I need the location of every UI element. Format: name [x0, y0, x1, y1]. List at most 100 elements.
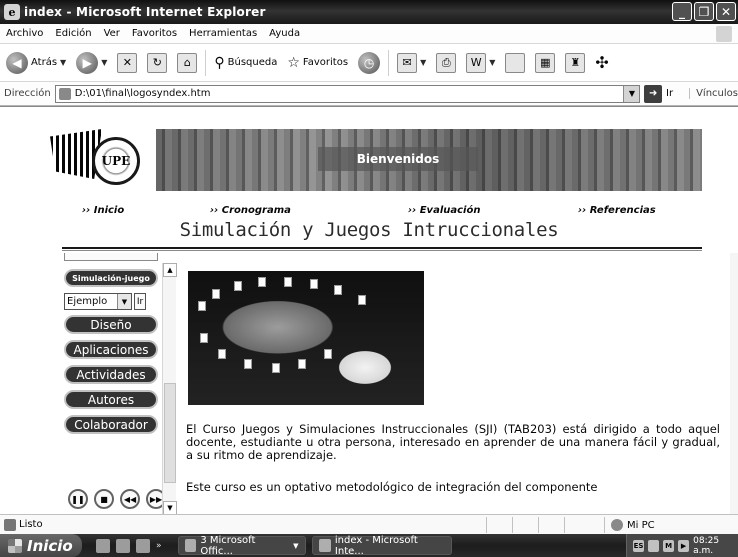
colaborador-button[interactable]: Colaborador — [64, 415, 158, 434]
hidden-button-stub[interactable] — [64, 253, 158, 261]
search-button[interactable]: ⚲ Búsqueda — [212, 48, 279, 78]
back-dropdown-icon[interactable]: ▼ — [60, 58, 66, 67]
research-button[interactable]: ▦ — [533, 48, 557, 78]
page-viewport: UPE Bienvenidos ›› Inicio ›› Cronograma … — [0, 106, 738, 514]
minimize-button[interactable]: _ — [672, 2, 692, 21]
refresh-button[interactable]: ↻ — [145, 48, 169, 78]
content-frame: El Curso Juegos y Simulaciones Instrucci… — [180, 253, 728, 514]
clock: 08:25 a.m. — [693, 535, 720, 556]
window-title: index - Microsoft Internet Explorer — [24, 5, 266, 19]
ie-quicklaunch-icon[interactable] — [116, 538, 130, 553]
mail-icon: ✉ — [397, 52, 418, 73]
go-arrow-icon[interactable]: ➜ — [644, 84, 663, 103]
task-office[interactable]: 3 Microsoft Offic... ▼ — [177, 535, 306, 557]
desktop-icon[interactable] — [96, 538, 110, 553]
status-cell — [512, 517, 538, 533]
aplicaciones-button[interactable]: Aplicaciones — [64, 340, 158, 359]
stop-media-icon[interactable]: ■ — [94, 489, 114, 509]
forward-button[interactable]: ▶ ▼ — [74, 48, 109, 78]
page-title: Simulación y Juegos Intruccionales — [179, 219, 559, 241]
print-button[interactable]: ⎙ — [434, 48, 458, 78]
title-divider — [62, 247, 702, 249]
computer-icon — [611, 519, 623, 531]
menu-favoritos[interactable]: Favoritos — [132, 28, 177, 39]
select-dropdown-icon[interactable]: ▼ — [117, 294, 131, 309]
butterfly-icon: ✣ — [595, 53, 609, 72]
maximize-button[interactable]: ❐ — [694, 2, 714, 21]
zone-label: Mi PC — [627, 519, 655, 531]
status-cells — [486, 517, 590, 533]
actividades-button[interactable]: Actividades — [64, 365, 158, 384]
address-dropdown-icon[interactable]: ▼ — [623, 85, 640, 102]
favorites-button[interactable]: ☆ Favoritos — [285, 48, 350, 78]
scroll-up-icon[interactable]: ▲ — [163, 263, 177, 277]
nav-cronograma[interactable]: ›› Cronograma — [210, 205, 291, 216]
quick-launch-more[interactable]: » — [156, 541, 162, 551]
pause-icon[interactable]: ❚❚ — [68, 489, 88, 509]
toolbar-separator — [205, 49, 207, 76]
menu-herramientas[interactable]: Herramientas — [189, 28, 257, 39]
stop-button[interactable]: ✕ — [115, 48, 139, 78]
address-bar: Dirección D:\01\final\logosyndex.htm ▼ ➜… — [0, 82, 738, 106]
favorites-label: Favoritos — [302, 57, 349, 68]
autores-button[interactable]: Autores — [64, 390, 158, 409]
mail-dropdown-icon[interactable]: ▼ — [420, 58, 426, 67]
play-icon[interactable]: ▶ — [678, 539, 690, 552]
select-go-button[interactable]: Ir — [134, 293, 146, 310]
left-frame-scrollbar[interactable]: ▲ ▼ — [162, 263, 177, 514]
task-ie-label: index - Microsoft Inte... — [334, 534, 418, 557]
history-icon: ◷ — [358, 51, 381, 74]
back-label: Atrás — [31, 57, 58, 68]
page-banner: UPE Bienvenidos — [50, 129, 702, 191]
title-divider-thin — [62, 250, 702, 251]
home-button[interactable]: ⌂ — [175, 48, 199, 78]
extra-button[interactable]: ✣ — [593, 48, 610, 78]
antivirus-icon[interactable]: M — [663, 539, 675, 552]
menu-ayuda[interactable]: Ayuda — [269, 28, 300, 39]
photo-detail — [234, 281, 242, 291]
photo-detail — [284, 277, 292, 287]
content-scrollbar[interactable] — [730, 253, 738, 514]
mail-button[interactable]: ✉ ▼ — [395, 48, 428, 78]
edit-button[interactable]: W ▼ — [464, 48, 497, 78]
address-value: D:\01\final\logosyndex.htm — [74, 88, 211, 99]
menu-ver[interactable]: Ver — [104, 28, 120, 39]
scroll-down-icon[interactable]: ▼ — [163, 501, 177, 514]
messenger-button[interactable]: ♜ — [563, 48, 587, 78]
security-zone: Mi PC — [604, 517, 655, 533]
nav-inicio[interactable]: ›› Inicio — [82, 205, 124, 216]
address-input[interactable]: D:\01\final\logosyndex.htm ▼ — [54, 84, 641, 103]
menu-archivo[interactable]: Archivo — [6, 28, 43, 39]
diseno-button[interactable]: Diseño — [64, 315, 158, 334]
menu-edicion[interactable]: Edición — [55, 28, 91, 39]
edit-dropdown-icon[interactable]: ▼ — [489, 58, 495, 67]
back-button[interactable]: ◀ Atrás ▼ — [4, 48, 68, 78]
forward-dropdown-icon[interactable]: ▼ — [101, 58, 107, 67]
go-button[interactable]: Ir — [666, 88, 673, 99]
media-player-icon[interactable] — [136, 538, 150, 553]
photo-detail — [310, 279, 318, 289]
photo-detail — [324, 349, 332, 359]
history-button[interactable]: ◷ — [356, 48, 382, 78]
language-icon[interactable]: ES — [633, 539, 645, 552]
window-titlebar[interactable]: e index - Microsoft Internet Explorer _ … — [0, 0, 738, 24]
task-ie[interactable]: index - Microsoft Inte... — [311, 534, 452, 557]
simulacion-juego-button[interactable]: Simulación-juego — [64, 269, 158, 287]
nav-referencias[interactable]: ›› Referencias — [578, 205, 656, 216]
banner-welcome: Bienvenidos — [318, 147, 478, 171]
example-select[interactable]: Ejemplo ▼ — [64, 293, 132, 310]
messenger-icon: ♜ — [565, 52, 586, 73]
nav-evaluacion[interactable]: ›› Evaluación — [408, 205, 480, 216]
discuss-button[interactable] — [503, 48, 527, 78]
forward-arrow-icon: ▶ — [76, 51, 99, 74]
links-button[interactable]: Vínculos — [689, 88, 738, 99]
close-button[interactable]: ✕ — [716, 2, 736, 21]
network-icon[interactable] — [648, 539, 660, 552]
address-label: Dirección — [4, 88, 51, 99]
start-button[interactable]: Inicio — [0, 534, 82, 557]
rewind-icon[interactable]: ◀◀ — [120, 489, 140, 509]
star-icon: ☆ — [287, 54, 300, 71]
status-bar: Listo Mi PC — [0, 514, 738, 534]
scroll-thumb[interactable] — [164, 383, 176, 483]
status-cell — [538, 517, 564, 533]
